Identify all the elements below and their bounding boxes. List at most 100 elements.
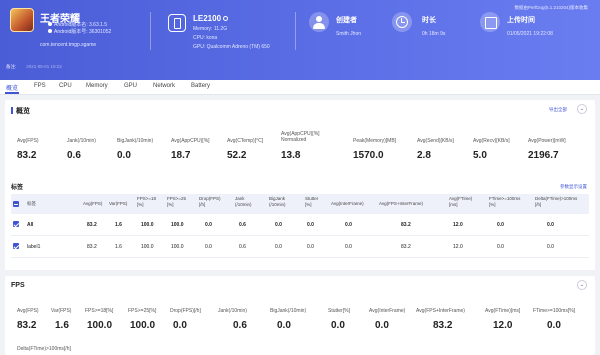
column-header: Delta(FTime)>100ms [/h] — [535, 196, 578, 207]
metric-value: 83.2 — [433, 320, 453, 331]
table-cell: 83.2 — [87, 222, 97, 228]
calendar-icon — [480, 12, 500, 32]
android-icon — [48, 29, 52, 33]
column-settings-link[interactable]: 参数显示设置 — [560, 184, 587, 190]
remark: 备注: 2021-05-01 19:22 — [6, 64, 62, 69]
table-cell: 0.0 — [345, 222, 352, 228]
android-icon — [48, 22, 52, 26]
app-icon — [10, 8, 34, 32]
upload-time-label: 上传时间 — [507, 17, 535, 24]
metric-value: 52.2 — [227, 150, 247, 161]
metric-label: Avg(FPS+InterFrame) — [416, 308, 465, 314]
metric-value: 1570.0 — [353, 150, 384, 161]
android-version-line: Android版本名: 3.63.1.5 — [48, 22, 107, 29]
tab-network[interactable]: Network — [153, 83, 175, 89]
table-cell: 1.6 — [115, 244, 122, 250]
metric-label: FTime>=100ms[%] — [533, 308, 576, 314]
metric-label: Avg(Power)[mW] — [528, 138, 566, 144]
metric-label: BigJank(/10min) — [117, 138, 154, 144]
column-header: 标签 — [27, 201, 36, 206]
device-gpu: GPU: Qualcomm Adreno (TM) 650 — [193, 44, 270, 50]
metric-value: 0.0 — [331, 320, 345, 331]
labels-title: 标签 — [11, 185, 24, 191]
user-icon — [309, 12, 329, 32]
duration-value: 0h 18m 9s — [422, 31, 446, 37]
metric-value: 2196.7 — [528, 150, 559, 161]
column-header: Var(FPS) — [109, 201, 128, 206]
table-cell: 0.0 — [497, 222, 504, 228]
info-icon[interactable] — [223, 16, 229, 21]
column-header: FPS>=25 [%] — [167, 196, 187, 207]
tab-cpu[interactable]: CPU — [59, 83, 72, 89]
fps-card: FPS ⌄ Avg(FPS) 83.2 Var(FPS) 1.6 FPS>=18… — [5, 276, 595, 355]
metric-value: 2.8 — [417, 150, 431, 161]
column-header: FTime>=100ms [%] — [489, 196, 521, 207]
table-cell: 100.0 — [171, 222, 184, 228]
tab-memory[interactable]: Memory — [86, 83, 108, 89]
creator-label: 创建者 — [336, 17, 357, 24]
metric-value: 0.6 — [67, 150, 81, 161]
table-cell: 0.0 — [307, 244, 314, 250]
clock-icon — [392, 12, 412, 32]
package-name: com.tencent.tmgp.sgame — [40, 42, 97, 48]
table-cell: 100.0 — [171, 244, 184, 250]
column-header: Avg(InterFrame) — [331, 201, 364, 206]
column-header: Drop(FPS) [/h] — [199, 196, 221, 207]
table-cell: 12.0 — [453, 222, 463, 228]
row-checkbox[interactable] — [13, 221, 19, 227]
tab-battery[interactable]: Battery — [191, 83, 210, 89]
collapse-overview-button[interactable]: ⌄ — [577, 104, 587, 114]
table-cell: 12.0 — [453, 244, 463, 250]
table-cell: 83.2 — [401, 244, 411, 250]
metric-label: Drop(FPS)[/h] — [170, 308, 201, 314]
metric-value: 0.0 — [277, 320, 291, 331]
tab-fps[interactable]: FPS — [34, 83, 46, 89]
metric-label: Var(FPS) — [51, 308, 72, 314]
metric-label: BigJank(/10min) — [270, 308, 307, 314]
metric-value: 0.0 — [173, 320, 187, 331]
select-all-checkbox[interactable] — [13, 201, 19, 207]
table-cell: 0.0 — [275, 244, 282, 250]
column-header: BigJank (/10min) — [269, 196, 286, 207]
table-row[interactable]: All 83.2 1.6 100.0 100.0 0.0 0.6 0.0 0.0… — [11, 214, 589, 236]
tab-gpu[interactable]: GPU — [124, 83, 137, 89]
metric-value: 100.0 — [87, 320, 113, 331]
table-row[interactable]: label1 83.2 1.6 100.0 100.0 0.0 0.6 0.0 … — [11, 236, 589, 258]
metric-value: 83.2 — [17, 150, 37, 161]
table-cell: 100.0 — [141, 244, 154, 250]
metric-label: Jank(/10min) — [218, 308, 247, 314]
metric-label: Peak(Memory)[MB] — [353, 138, 397, 144]
metric-label: Avg(AppCPU)[%] — [171, 138, 210, 144]
table-cell: 100.0 — [141, 222, 154, 228]
section-tabs: 概览 FPS CPU Memory GPU Network Battery — [0, 80, 600, 95]
metric-value: 18.7 — [171, 150, 191, 161]
collapse-fps-button[interactable]: ⌄ — [577, 280, 587, 290]
metric-label: Stutter[%] — [328, 308, 350, 314]
metric-value: 0.0 — [375, 320, 389, 331]
table-cell: 0.0 — [205, 244, 212, 250]
table-cell: 0.0 — [345, 244, 352, 250]
overview-title: 概览 — [11, 106, 30, 116]
tab-overview[interactable]: 概览 — [6, 83, 18, 92]
table-cell: 0.0 — [547, 244, 554, 250]
column-header: Avg(FPS) — [83, 201, 103, 206]
overview-card: 概览 导出全部 ⌄ Avg(FPS) 83.2 Jank(/10min) 0.6… — [5, 100, 595, 270]
metric-value: 12.0 — [493, 320, 513, 331]
row-checkbox[interactable] — [13, 243, 19, 249]
column-header: Stutter [%] — [305, 196, 319, 207]
device-memory: Memory: 11.2G — [193, 26, 228, 32]
perfdog-version-link[interactable]: 数据由PerfDog(5.1.210204)版本收集 — [514, 5, 588, 11]
android-code-line: Android版本号: 36301052 — [48, 29, 111, 36]
table-cell: 83.2 — [401, 222, 411, 228]
metric-value: 83.2 — [17, 320, 37, 331]
metric-value: 1.6 — [55, 320, 69, 331]
table-cell: 0.6 — [239, 222, 246, 228]
export-all-button[interactable]: 导出全部 — [549, 107, 567, 113]
upload-time-value: 01/05/2021 19:22:08 — [507, 31, 553, 37]
table-cell: 0.0 — [497, 244, 504, 250]
table-cell: 0.0 — [205, 222, 212, 228]
fps-title: FPS — [11, 282, 25, 289]
column-header: Avg(FTime) [ms] — [449, 196, 473, 207]
table-cell: 0.6 — [239, 244, 246, 250]
duration-label: 时长 — [422, 17, 436, 24]
